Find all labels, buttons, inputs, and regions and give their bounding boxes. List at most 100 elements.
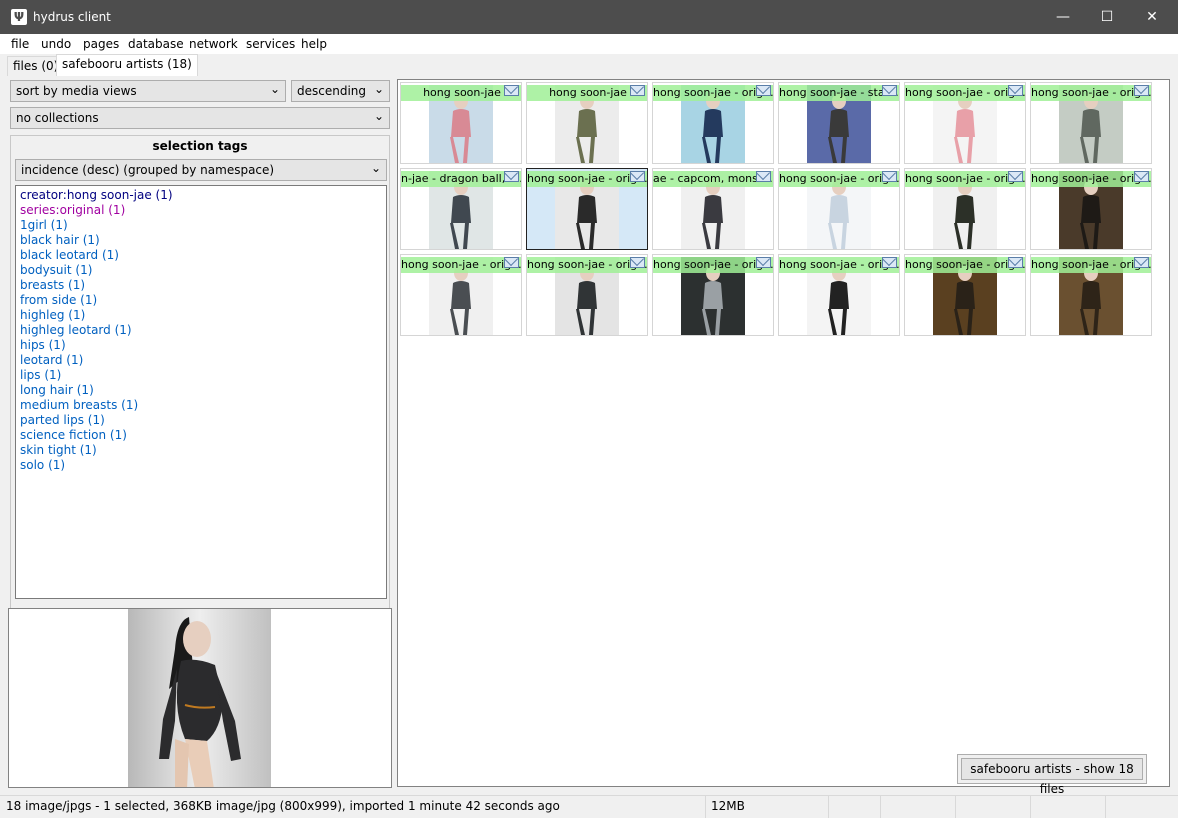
thumbnail[interactable]: hong soon-jae - orig... [400,254,522,336]
thumbnail[interactable]: hong soon-jae - orig... [526,168,648,250]
inbox-icon [504,85,519,96]
menu-file[interactable]: file [11,37,29,51]
menu-pages[interactable]: pages [83,37,119,51]
page-tabs: files (0) safebooru artists (18) [0,54,1178,76]
page-popup: safebooru artists - show 18 files [957,754,1147,796]
thumbnail[interactable]: hong soon-jae - orig... [1030,82,1152,164]
minimize-button[interactable]: — [1040,0,1086,34]
menu-network[interactable]: network [189,37,238,51]
tag-item[interactable]: long hair (1) [20,383,382,398]
media-preview[interactable] [8,608,392,788]
inbox-icon [756,257,771,268]
inbox-icon [504,257,519,268]
tag-item[interactable]: series:original (1) [20,203,382,218]
thumbnail[interactable]: hong soon-jae - orig... [652,254,774,336]
inbox-icon [756,171,771,182]
chevron-down-icon: ⌄ [373,82,384,96]
thumbnail[interactable]: ae - capcom, monst... [652,168,774,250]
chevron-down-icon: ⌄ [373,109,384,123]
tag-item[interactable]: hips (1) [20,338,382,353]
tag-item[interactable]: black leotard (1) [20,248,382,263]
tag-sort-value: incidence (desc) (grouped by namespace) [21,163,275,177]
thumbnail[interactable]: hong soon-jae [400,82,522,164]
inbox-icon [882,257,897,268]
show-files-button[interactable]: safebooru artists - show 18 files [961,758,1143,796]
status-divider [1030,796,1031,818]
tag-list[interactable]: creator:hong soon-jae (1) series:original… [15,185,387,599]
status-memory: 12MB [711,799,745,813]
title-bar: Ψ hydrus client — ☐ ✕ [0,0,1178,34]
sort-dropdown[interactable]: sort by media views ⌄ [10,80,286,102]
tag-item[interactable]: solo (1) [20,458,382,473]
tab-safebooru-artists[interactable]: safebooru artists (18) [56,54,198,76]
tag-item[interactable]: medium breasts (1) [20,398,382,413]
thumbnail[interactable]: n-jae - dragon ball, d... [400,168,522,250]
inbox-icon [630,85,645,96]
thumbnail[interactable]: hong soon-jae - orig... [1030,168,1152,250]
preview-image [128,609,271,787]
thumbnail[interactable]: hong soon-jae - orig... [778,254,900,336]
status-bar: 18 image/jpgs - 1 selected, 368KB image/… [0,795,1178,818]
tag-item[interactable]: bodysuit (1) [20,263,382,278]
tag-item[interactable]: parted lips (1) [20,413,382,428]
hydrus-app-icon: Ψ [11,9,27,25]
thumbnail[interactable]: hong soon-jae - orig... [526,254,648,336]
tag-item[interactable]: science fiction (1) [20,428,382,443]
menu-services[interactable]: services [246,37,295,51]
tag-item[interactable]: highleg (1) [20,308,382,323]
status-divider [955,796,956,818]
status-divider [1105,796,1106,818]
inbox-icon [882,171,897,182]
status-text: 18 image/jpgs - 1 selected, 368KB image/… [6,799,560,813]
tag-item[interactable]: creator:hong soon-jae (1) [20,188,382,203]
inbox-icon [882,85,897,96]
maximize-button[interactable]: ☐ [1084,0,1130,34]
status-divider [828,796,829,818]
menu-help[interactable]: help [301,37,327,51]
menu-database[interactable]: database [128,37,184,51]
menu-undo[interactable]: undo [41,37,71,51]
thumbnail[interactable]: hong soon-jae - orig... [904,82,1026,164]
chevron-down-icon: ⌄ [269,82,280,96]
thumbnail[interactable]: hong soon-jae - orig... [778,168,900,250]
selection-tags-panel: selection tags incidence (desc) (grouped… [10,135,390,680]
chevron-down-icon: ⌄ [370,161,381,175]
selection-tags-title: selection tags [152,139,248,153]
inbox-icon [1134,257,1149,268]
tag-item[interactable]: highleg leotard (1) [20,323,382,338]
tag-item[interactable]: from side (1) [20,293,382,308]
thumbnail[interactable]: hong soon-jae - orig... [1030,254,1152,336]
sort-value: sort by media views [16,84,137,98]
inbox-icon [1134,85,1149,96]
thumbnail[interactable]: hong soon-jae - star... [778,82,900,164]
tag-item[interactable]: leotard (1) [20,353,382,368]
tag-item[interactable]: breasts (1) [20,278,382,293]
tag-item[interactable]: 1girl (1) [20,218,382,233]
inbox-icon [1134,171,1149,182]
tag-item[interactable]: lips (1) [20,368,382,383]
thumbnail[interactable]: hong soon-jae - orig... [904,254,1026,336]
sort-order-dropdown[interactable]: descending ⌄ [291,80,390,102]
inbox-icon [630,171,645,182]
thumbnail[interactable]: hong soon-jae - orig... [904,168,1026,250]
inbox-icon [1008,171,1023,182]
collections-value: no collections [16,111,99,125]
inbox-icon [504,171,519,182]
tag-item[interactable]: skin tight (1) [20,443,382,458]
tag-item[interactable]: black hair (1) [20,233,382,248]
thumbnail[interactable]: hong soon-jae - orig... [652,82,774,164]
status-divider [880,796,881,818]
thumbnail[interactable]: hong soon-jae [526,82,648,164]
sort-order-value: descending [297,84,367,98]
inbox-icon [756,85,771,96]
inbox-icon [1008,257,1023,268]
collections-dropdown[interactable]: no collections ⌄ [10,107,390,129]
window-title: hydrus client [33,10,111,24]
tag-sort-dropdown[interactable]: incidence (desc) (grouped by namespace) … [15,159,387,181]
thumbnail-grid[interactable]: hong soon-jae hong soon-jae hong soon-jae … [397,79,1170,787]
left-panel: sort by media views ⌄ descending ⌄ no co… [8,80,392,790]
status-divider [705,796,706,818]
inbox-icon [1008,85,1023,96]
menu-bar: file undo pages database network service… [0,34,1178,54]
close-button[interactable]: ✕ [1129,0,1175,34]
